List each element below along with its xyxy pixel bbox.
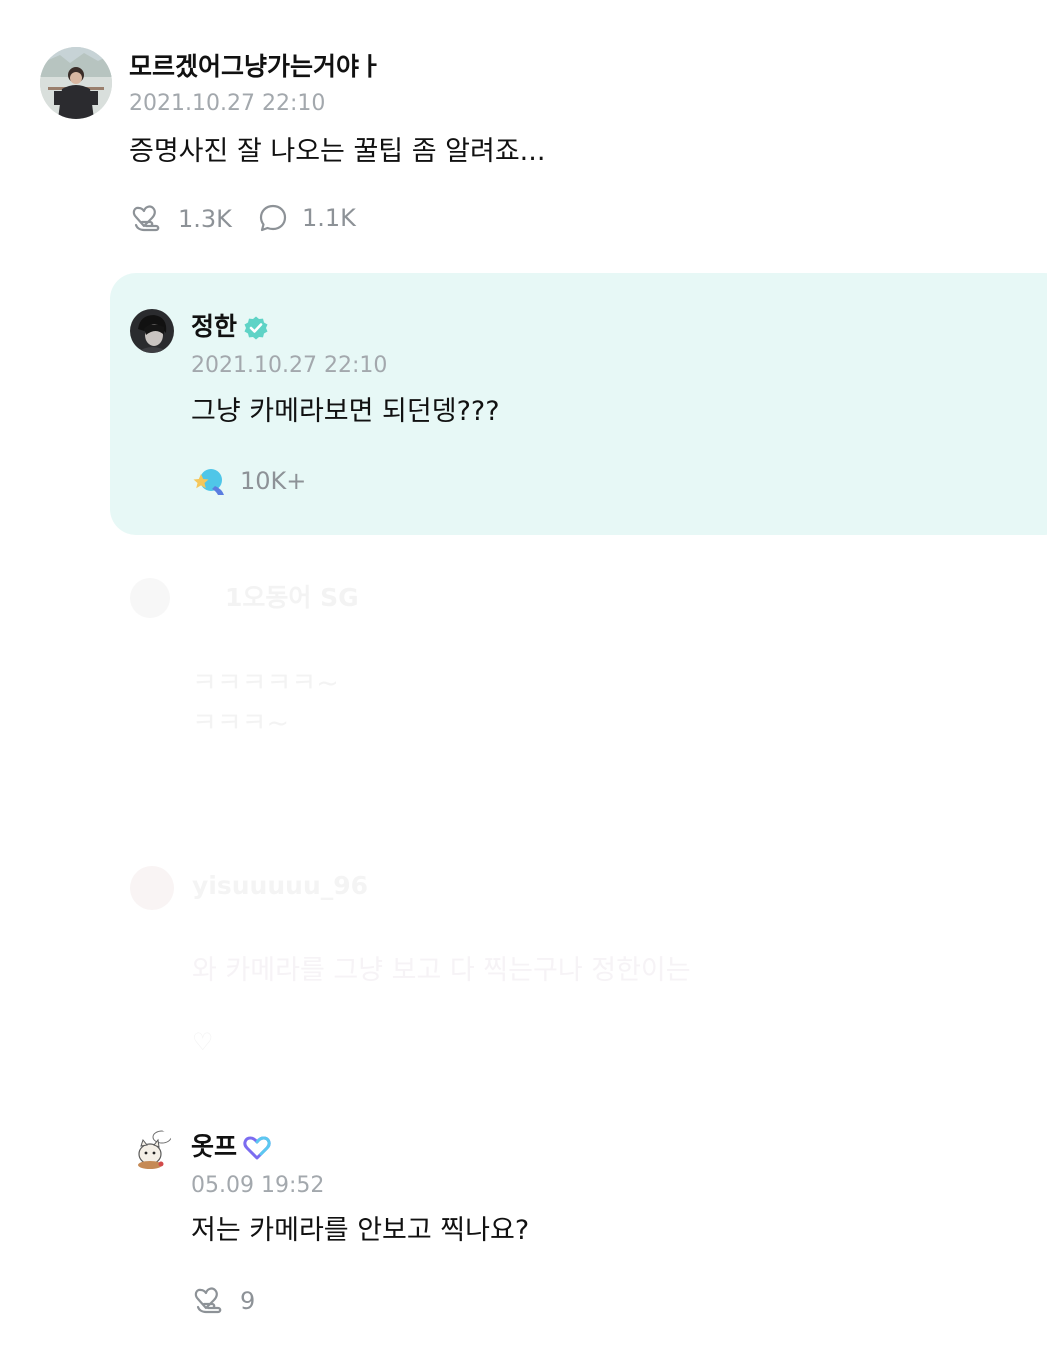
artist-reply-like-count: 10K+ <box>240 467 307 495</box>
faded-comment-avatar <box>130 866 174 910</box>
avatar-image <box>130 309 174 353</box>
avatar-image <box>40 47 112 119</box>
post-comment-button[interactable]: 1.1K <box>258 203 356 233</box>
post-author-avatar[interactable] <box>40 47 112 119</box>
post-text: 증명사진 잘 나오는 꿀팁 좀 알려죠... <box>129 136 546 167</box>
faded-comment-author: 1오동어 SG <box>225 583 359 612</box>
post-like-count: 1.3K <box>178 205 232 233</box>
artist-name-text: 정한 <box>191 312 238 341</box>
artist-reply-timestamp: 2021.10.27 22:10 <box>191 353 388 378</box>
fan-name[interactable]: 옷프 <box>191 1134 271 1161</box>
faded-comment-author: yisuuuuu_96 <box>192 871 369 900</box>
artist-reply-like-button[interactable]: 10K+ <box>192 465 306 497</box>
post-author-name[interactable]: 모르겠어그냥가는거야ㅏ <box>129 54 382 79</box>
membership-heart-icon <box>243 1136 271 1160</box>
speech-bubble-icon <box>259 204 287 232</box>
post-like-button[interactable]: 1.3K <box>130 203 232 235</box>
faded-comment-text: 와 카메라를 그냥 보고 다 찍는구나 정한이는 <box>192 955 691 986</box>
faded-comment-line: ㅋㅋㅋ~ <box>192 708 290 739</box>
colored-like-icon <box>193 469 224 495</box>
post-comment-count: 1.1K <box>302 204 356 232</box>
verified-badge-icon <box>244 316 268 340</box>
faded-like-icon: ♡ <box>192 1028 214 1056</box>
fan-name-text: 옷프 <box>191 1132 238 1161</box>
artist-avatar[interactable] <box>130 309 174 353</box>
fan-reply-text: 저는 카메라를 안보고 찍나요? <box>191 1215 530 1246</box>
artist-name[interactable]: 정한 <box>191 314 269 341</box>
heart-hand-icon <box>194 1287 222 1314</box>
fan-reply-like-button[interactable]: 9 <box>192 1285 255 1317</box>
fan-avatar[interactable] <box>130 1128 174 1172</box>
post-timestamp: 2021.10.27 22:10 <box>129 91 326 116</box>
faded-comment-avatar <box>130 578 170 618</box>
avatar-image <box>130 1128 174 1172</box>
artist-reply-text: 그냥 카메라보면 되던뎅??? <box>191 396 500 427</box>
faded-comment-line: ㅋㅋㅋㅋㅋ~ <box>192 668 339 699</box>
fan-reply-timestamp: 05.09 19:52 <box>191 1173 325 1198</box>
heart-hand-icon <box>132 205 160 232</box>
fan-reply-like-count: 9 <box>240 1287 256 1315</box>
